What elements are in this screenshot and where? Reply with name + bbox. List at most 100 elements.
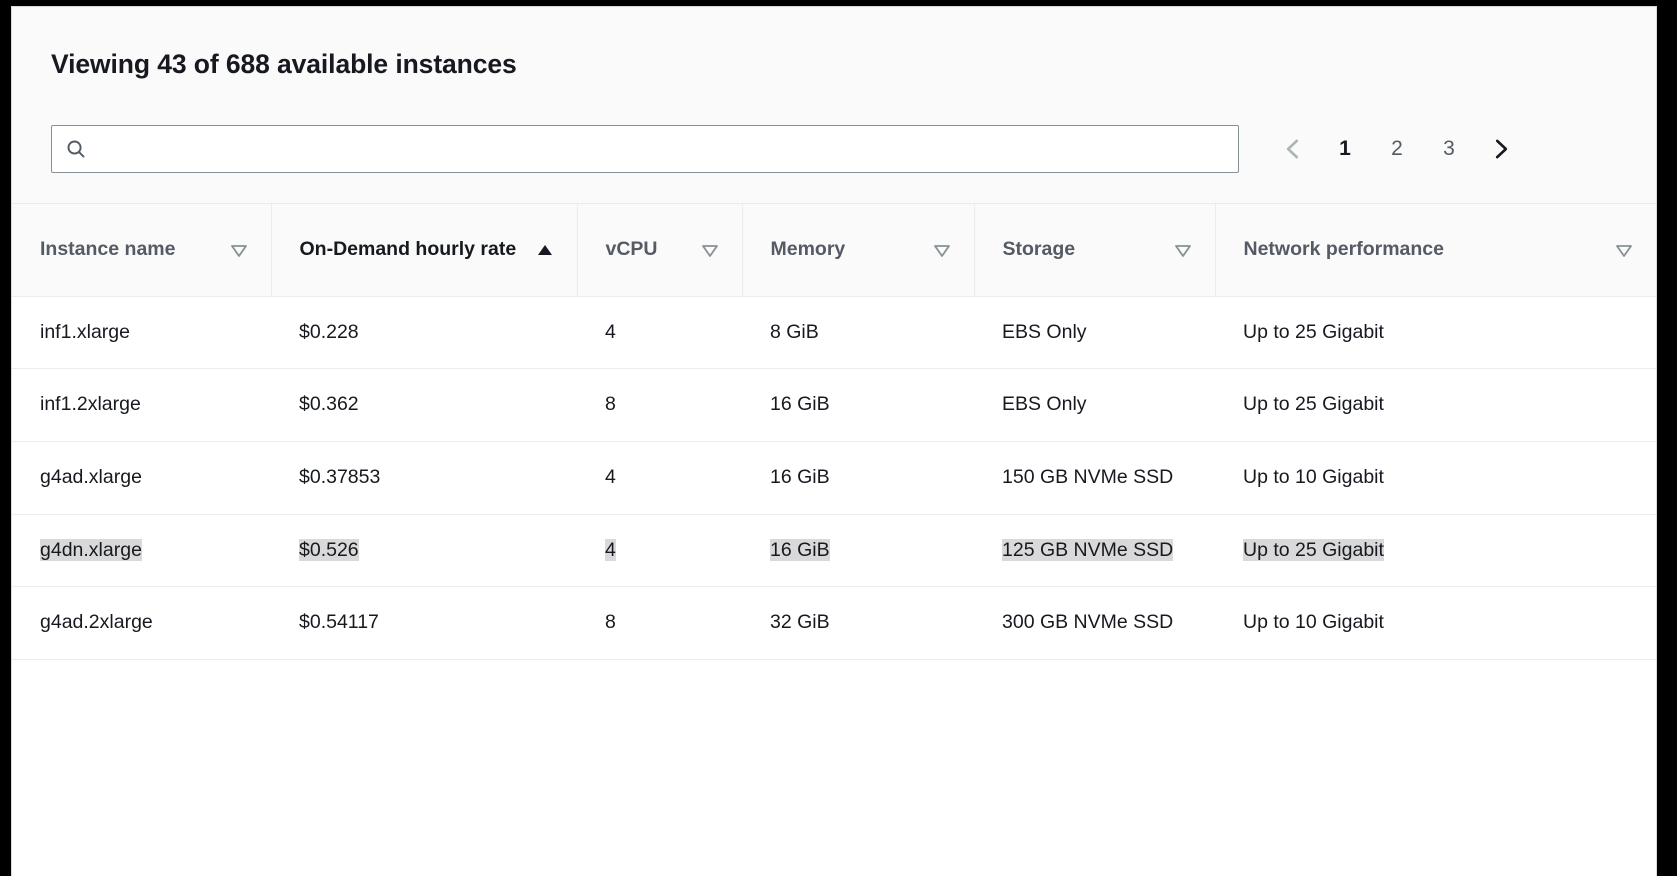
table-row[interactable]: inf1.2xlarge $0.362 8 16 GiB EBS Only Up to 2… bbox=[12, 368, 1656, 442]
instance-comparison-card: Viewing 43 of 688 available instances 1 … bbox=[11, 6, 1657, 876]
cell-value: $0.362 bbox=[299, 393, 359, 416]
cell-instance-name: inf1.xlarge bbox=[12, 296, 271, 370]
cell-on-demand-hourly-rate: $0.362 bbox=[271, 368, 577, 442]
cell-memory: 16 GiB bbox=[742, 368, 974, 442]
cell-value: g4ad.2xlarge bbox=[40, 611, 153, 634]
cell-value: Up to 25 Gigabit bbox=[1243, 320, 1384, 343]
cell-storage: EBS Only bbox=[974, 368, 1215, 442]
cell-vcpu: 4 bbox=[577, 441, 742, 515]
cell-value: 150 GB NVMe SSD bbox=[1002, 465, 1174, 488]
column-header-network-performance[interactable]: Network performance bbox=[1215, 204, 1656, 297]
pagination-page-1[interactable]: 1 bbox=[1319, 125, 1371, 173]
cell-value: 16 GiB bbox=[770, 538, 830, 561]
cell-vcpu: 8 bbox=[577, 368, 742, 442]
cell-on-demand-hourly-rate: $0.526 bbox=[271, 514, 577, 588]
triangle-down-outline-icon bbox=[933, 244, 950, 257]
pagination-previous-button[interactable] bbox=[1267, 125, 1319, 173]
cell-value: 8 bbox=[605, 611, 616, 634]
triangle-up-filled-icon bbox=[537, 244, 552, 255]
triangle-down-outline-icon bbox=[1616, 244, 1632, 257]
column-header-vcpu[interactable]: vCPU bbox=[577, 204, 743, 297]
pagination: 1 2 3 bbox=[1267, 125, 1527, 173]
cell-storage: 300 GB NVMe SSD bbox=[974, 586, 1215, 660]
cell-value: Up to 25 Gigabit bbox=[1243, 538, 1384, 561]
cell-value: 125 GB NVMe SSD bbox=[1002, 538, 1174, 561]
cell-value: 300 GB NVMe SSD bbox=[1002, 611, 1174, 634]
cell-on-demand-hourly-rate: $0.37853 bbox=[271, 441, 577, 515]
cell-instance-name: g4ad.2xlarge bbox=[12, 586, 271, 660]
cell-value: inf1.2xlarge bbox=[40, 393, 141, 416]
cell-on-demand-hourly-rate: $0.228 bbox=[271, 296, 577, 370]
cell-value: Up to 25 Gigabit bbox=[1243, 393, 1384, 416]
cell-value: 16 GiB bbox=[770, 465, 830, 488]
chevron-right-icon bbox=[1495, 139, 1508, 159]
cell-network-performance: Up to 25 Gigabit bbox=[1215, 514, 1656, 588]
column-header-label: Instance name bbox=[40, 237, 176, 260]
search-box[interactable] bbox=[51, 125, 1239, 173]
cell-value: 8 bbox=[605, 393, 616, 416]
cell-value: 8 GiB bbox=[770, 320, 819, 343]
cell-value: 4 bbox=[605, 538, 616, 561]
cell-value: $0.54117 bbox=[299, 611, 379, 634]
column-header-label: Network performance bbox=[1243, 237, 1444, 260]
table-header: Instance name On-Demand hourly rate vCPU… bbox=[12, 204, 1656, 297]
cell-on-demand-hourly-rate: $0.54117 bbox=[271, 586, 577, 660]
triangle-down-outline-icon bbox=[1174, 244, 1191, 257]
cell-value: 4 bbox=[605, 320, 616, 343]
cell-storage: 125 GB NVMe SSD bbox=[974, 514, 1215, 588]
pagination-page-2[interactable]: 2 bbox=[1371, 125, 1423, 173]
cell-value: inf1.xlarge bbox=[40, 320, 130, 343]
cell-value: $0.37853 bbox=[299, 465, 381, 488]
table-row[interactable]: g4dn.xlarge $0.526 4 16 GiB 125 GB NVMe SSD U… bbox=[12, 514, 1656, 588]
cell-value: g4dn.xlarge bbox=[40, 538, 142, 561]
instance-table: Instance name On-Demand hourly rate vCPU… bbox=[12, 204, 1656, 660]
cell-value: EBS Only bbox=[1002, 320, 1087, 343]
cell-value: 16 GiB bbox=[770, 393, 830, 416]
column-header-label: vCPU bbox=[605, 237, 658, 260]
column-header-on-demand-hourly-rate[interactable]: On-Demand hourly rate bbox=[271, 204, 578, 297]
cell-memory: 8 GiB bbox=[742, 296, 974, 370]
table-header-row: Instance name On-Demand hourly rate vCPU… bbox=[12, 204, 1656, 297]
table-body: inf1.xlarge $0.228 4 8 GiB EBS Only Up to 25 … bbox=[12, 296, 1656, 660]
search-icon bbox=[67, 140, 85, 158]
cell-network-performance: Up to 10 Gigabit bbox=[1215, 586, 1656, 660]
table-row[interactable]: g4ad.xlarge $0.37853 4 16 GiB 150 GB NVMe SS… bbox=[12, 441, 1656, 515]
search-input[interactable] bbox=[87, 126, 1238, 172]
pagination-next-button[interactable] bbox=[1475, 125, 1527, 173]
cell-vcpu: 4 bbox=[577, 296, 742, 370]
cell-value: EBS Only bbox=[1002, 393, 1087, 416]
cell-value: 4 bbox=[605, 465, 616, 488]
cell-memory: 16 GiB bbox=[742, 441, 974, 515]
triangle-down-outline-icon bbox=[701, 244, 718, 257]
cell-instance-name: inf1.2xlarge bbox=[12, 368, 271, 442]
cell-network-performance: Up to 25 Gigabit bbox=[1215, 296, 1656, 370]
column-header-label: Storage bbox=[1002, 237, 1076, 260]
cell-value: 32 GiB bbox=[770, 611, 830, 634]
column-header-storage[interactable]: Storage bbox=[974, 204, 1216, 297]
cell-vcpu: 8 bbox=[577, 586, 742, 660]
table-row[interactable]: g4ad.2xlarge $0.54117 8 32 GiB 300 GB NVMe S… bbox=[12, 586, 1656, 660]
cell-instance-name: g4ad.xlarge bbox=[12, 441, 271, 515]
cell-storage: 150 GB NVMe SSD bbox=[974, 441, 1215, 515]
cell-value: Up to 10 Gigabit bbox=[1243, 465, 1384, 488]
page-title: Viewing 43 of 688 available instances bbox=[51, 49, 517, 79]
table-top-panel: Viewing 43 of 688 available instances 1 … bbox=[12, 7, 1656, 204]
cell-value: Up to 10 Gigabit bbox=[1243, 611, 1384, 634]
cell-network-performance: Up to 25 Gigabit bbox=[1215, 368, 1656, 442]
cell-memory: 32 GiB bbox=[742, 586, 974, 660]
column-header-memory[interactable]: Memory bbox=[742, 204, 975, 297]
cell-vcpu: 4 bbox=[577, 514, 742, 588]
cell-value: $0.228 bbox=[299, 320, 359, 343]
pagination-page-3[interactable]: 3 bbox=[1423, 125, 1475, 173]
cell-instance-name: g4dn.xlarge bbox=[12, 514, 271, 588]
cell-network-performance: Up to 10 Gigabit bbox=[1215, 441, 1656, 515]
column-header-label: On-Demand hourly rate bbox=[299, 237, 517, 260]
cell-value: $0.526 bbox=[299, 538, 359, 561]
column-header-label: Memory bbox=[770, 237, 846, 260]
chevron-left-icon bbox=[1286, 139, 1299, 159]
column-header-instance-name[interactable]: Instance name bbox=[12, 204, 272, 297]
table-row[interactable]: inf1.xlarge $0.228 4 8 GiB EBS Only Up to 25 … bbox=[12, 296, 1656, 370]
cell-value: g4ad.xlarge bbox=[40, 465, 142, 488]
cell-memory: 16 GiB bbox=[742, 514, 974, 588]
cell-storage: EBS Only bbox=[974, 296, 1215, 370]
